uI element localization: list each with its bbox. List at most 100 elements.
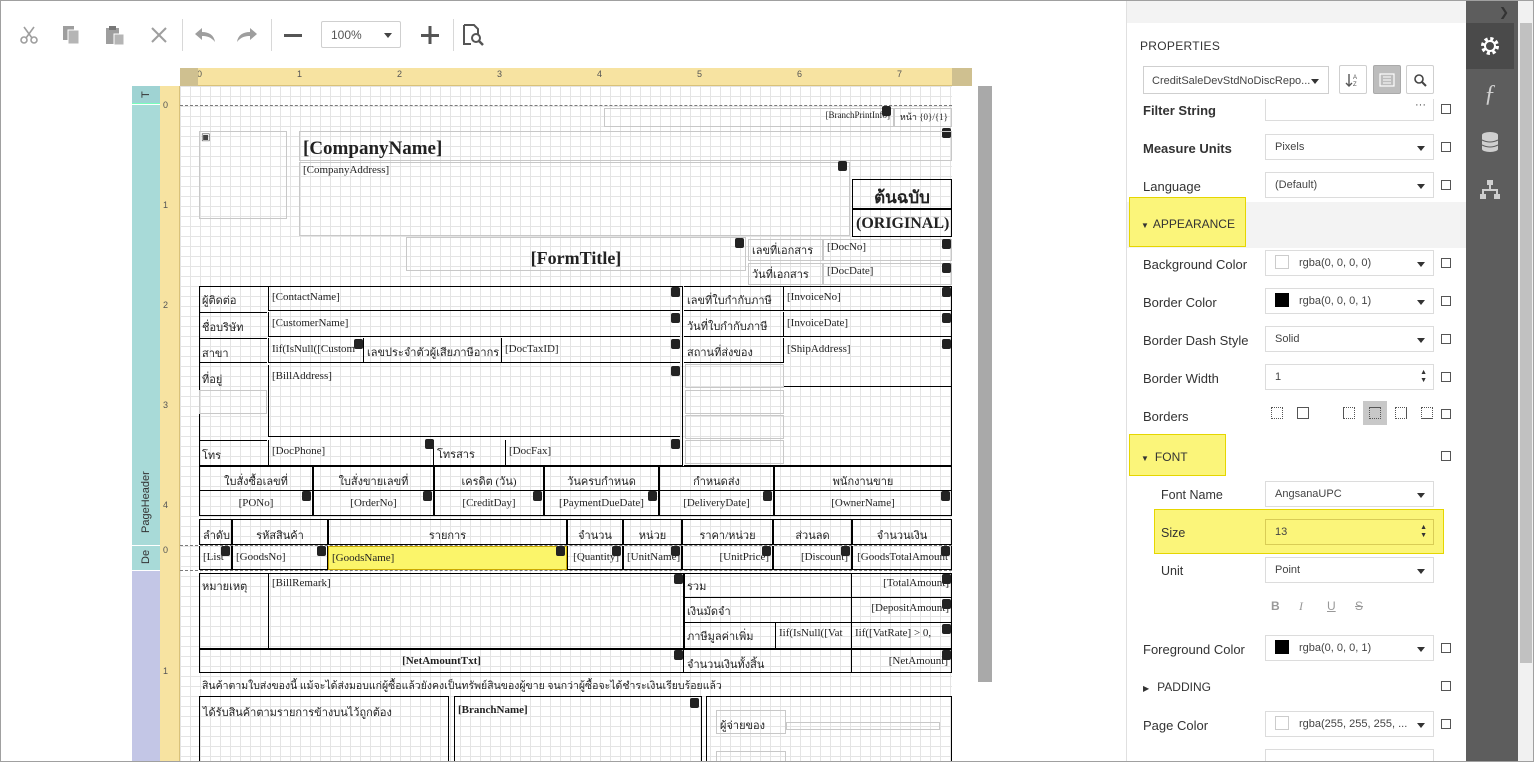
strikeout-toggle[interactable]: S [1355, 599, 1363, 613]
border-right-icon[interactable] [1395, 407, 1407, 419]
branch-name-field[interactable]: [BranchName] [454, 696, 702, 761]
ship-label[interactable]: สถานที่ส่งของ [684, 338, 784, 363]
reset-checkbox[interactable] [1441, 451, 1451, 461]
reset-checkbox[interactable] [1441, 296, 1451, 306]
resize-handle[interactable] [533, 491, 542, 501]
phone-label[interactable]: โทร [199, 440, 267, 465]
contact-label[interactable]: ผู้ติดต่อ [199, 286, 267, 311]
bold-toggle[interactable]: B [1271, 599, 1280, 613]
received-box[interactable]: ได้รับสินค้าตามรายการข้างบนไว้ถูกต้อง [199, 696, 449, 761]
resize-handle[interactable] [648, 491, 657, 501]
company-name-field[interactable]: [CompanyName] [299, 131, 952, 161]
total-label[interactable]: รวม [684, 573, 852, 598]
ship-line-4[interactable] [685, 415, 784, 439]
doc-no-field[interactable]: [DocNo] [823, 239, 952, 261]
resize-handle[interactable] [942, 574, 951, 584]
border-bottom-icon[interactable] [1421, 407, 1433, 419]
item-header-cell[interactable]: หน่วย [623, 519, 682, 545]
company-address-field[interactable]: [CompanyAddress] [299, 162, 850, 236]
net-amount-field[interactable]: [NetAmount] [852, 649, 952, 673]
search-button[interactable] [1406, 65, 1434, 94]
resize-handle[interactable] [762, 546, 771, 556]
reset-checkbox[interactable] [1441, 142, 1451, 152]
item-header-cell[interactable]: รายการ [328, 519, 567, 545]
info-value-cell[interactable]: [CreditDay] [434, 491, 544, 516]
fax-field[interactable]: [DocFax] [506, 440, 680, 465]
border-width-input[interactable]: 1 ▲ ▼ [1265, 364, 1434, 390]
tax-id-field[interactable]: [DocTaxID] [502, 338, 680, 363]
border-all-icon[interactable] [1297, 407, 1309, 419]
paste-icon[interactable] [101, 21, 129, 49]
resize-handle[interactable] [942, 339, 951, 349]
canvas-scrollbar[interactable] [978, 86, 992, 682]
phone-field[interactable]: [DocPhone] [268, 440, 434, 465]
resize-handle[interactable] [941, 546, 950, 556]
reset-checkbox[interactable] [1441, 104, 1451, 114]
report-explorer-icon[interactable] [1466, 167, 1514, 213]
info-header-cell[interactable]: พนักงานขาย [774, 466, 952, 491]
item-header-cell[interactable]: รหัสสินค้า [232, 519, 328, 545]
item-header-cell[interactable]: จำนวน [567, 519, 623, 545]
report-canvas[interactable]: [BranchPrintInfo] หน้า {0}/{1} ▣ [Compan… [180, 86, 952, 761]
customer-field[interactable]: [CustomerName] [268, 312, 680, 337]
reset-checkbox[interactable] [1441, 643, 1451, 653]
background-color-select[interactable]: rgba(0, 0, 0, 0) [1265, 250, 1434, 276]
invoice-no-label[interactable]: เลขที่ใบกำกับภาษี [684, 286, 784, 311]
spin-buttons[interactable]: ▲ ▼ [1420, 369, 1427, 385]
resize-handle[interactable] [735, 238, 744, 248]
info-header-cell[interactable]: วันครบกำหนด [544, 466, 659, 491]
item-header-cell[interactable]: จำนวนเงิน [852, 519, 952, 545]
info-header-cell[interactable]: ใบสั่งซื้อเลขที่ [199, 466, 313, 491]
vat-label[interactable]: ภาษีมูลค่าเพิ่ม [684, 623, 776, 649]
zoom-out-icon[interactable] [279, 21, 307, 49]
info-header-cell[interactable]: ใบสั่งขายเลขที่ [313, 466, 434, 491]
border-none-icon[interactable] [1271, 407, 1283, 419]
info-header-cell[interactable]: กำหนดส่ง [659, 466, 774, 491]
ship-line-2[interactable] [685, 364, 784, 388]
resize-handle[interactable] [763, 491, 772, 501]
item-value-cell[interactable]: [GoodsNo] [232, 546, 328, 570]
resize-handle[interactable] [674, 574, 683, 584]
categorized-view-button[interactable] [1373, 65, 1401, 94]
resize-handle[interactable] [942, 263, 951, 273]
unit-select[interactable]: Point [1265, 557, 1434, 583]
info-header-cell[interactable]: เครดิต (วัน) [434, 466, 544, 491]
panel-scrollbar-thumb[interactable] [1520, 23, 1532, 663]
form-title-field[interactable]: [FormTitle] [406, 237, 746, 271]
ship-address-field[interactable]: [ShipAddress] [784, 338, 952, 387]
border-color-select[interactable]: rgba(0, 0, 0, 1) [1265, 288, 1434, 314]
tax-id-label[interactable]: เลขประจำตัวผู้เสียภาษีอากร [364, 338, 502, 363]
band-page-footer[interactable] [132, 571, 160, 761]
info-value-cell[interactable]: [OrderNo] [313, 491, 434, 516]
resize-handle[interactable] [942, 624, 951, 634]
resize-handle[interactable] [556, 546, 565, 556]
resize-handle[interactable] [423, 491, 432, 501]
resize-handle[interactable] [942, 239, 951, 249]
remark-label[interactable]: หมายเหตุ [199, 573, 267, 598]
resize-handle[interactable] [674, 650, 683, 660]
resize-handle[interactable] [941, 491, 950, 501]
band-page-header[interactable]: PageHeader [132, 105, 160, 545]
zoom-in-icon[interactable] [416, 21, 444, 49]
invoice-date-label[interactable]: วันที่ใบกำกับภาษี [684, 312, 784, 337]
reset-checkbox[interactable] [1441, 180, 1451, 190]
appearance-category[interactable]: ▼ APPEARANCE [1141, 217, 1235, 231]
resize-handle[interactable] [221, 546, 230, 556]
page-color-select[interactable]: rgba(255, 255, 255, ... [1265, 711, 1434, 737]
collapse-chevron-icon[interactable]: ❯ [1499, 5, 1509, 19]
redo-icon[interactable] [233, 21, 261, 49]
original-en-label[interactable]: (ORIGINAL) [852, 209, 952, 237]
goods-name-field-selected[interactable]: [GoodsName] [328, 546, 567, 570]
item-header-cell[interactable]: ลำดับ [199, 519, 232, 545]
branch-print-info-field[interactable]: [BranchPrintInfo] [604, 108, 894, 127]
measure-units-select[interactable]: Pixels [1265, 134, 1434, 160]
reset-checkbox[interactable] [1441, 258, 1451, 268]
resize-handle[interactable] [425, 439, 434, 449]
reset-checkbox[interactable] [1441, 334, 1451, 344]
ownership-note[interactable]: สินค้าตามใบส่งของนี้ แม้จะได้ส่งมอบแก่ผู… [199, 676, 952, 696]
vat-expression-1[interactable]: Iif(IsNull([Vat [776, 623, 852, 649]
data-source-icon[interactable] [1466, 119, 1514, 165]
size-input[interactable]: 13 ▲ ▼ [1265, 519, 1434, 545]
net-amount-text-field[interactable]: [NetAmountTxt] [199, 649, 684, 673]
expression-icon[interactable]: ƒ [1466, 71, 1514, 117]
